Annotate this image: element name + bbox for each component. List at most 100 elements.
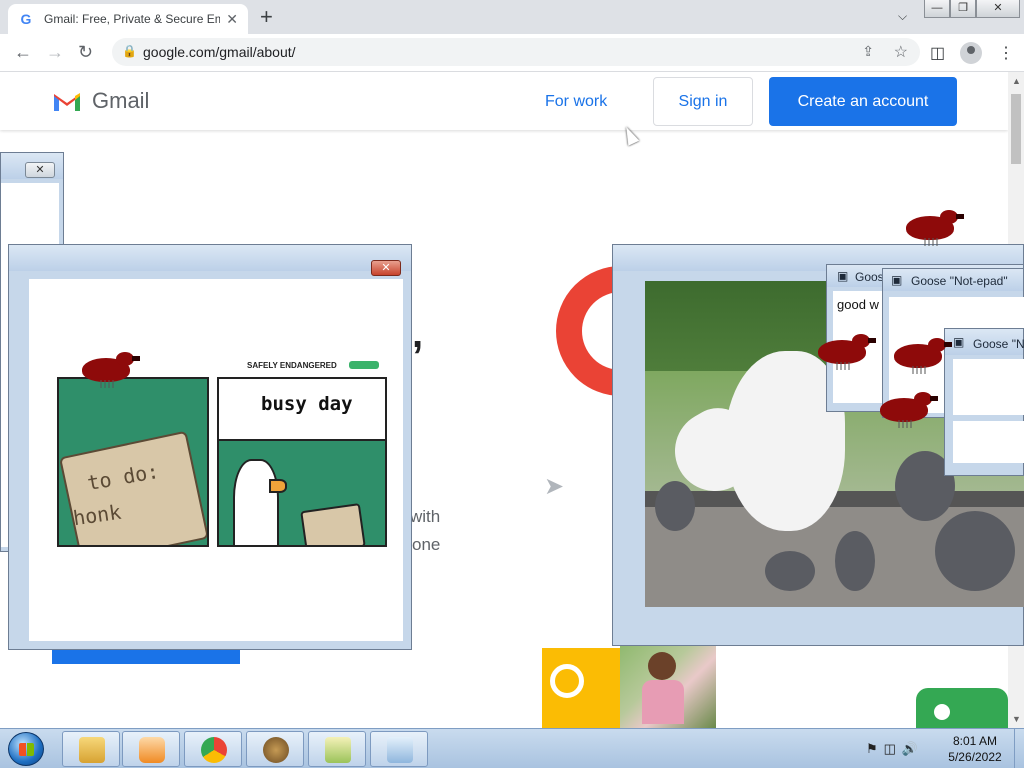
gmail-logo-text[interactable]: Gmail xyxy=(92,88,149,114)
window-title: Goose "N xyxy=(973,337,1024,351)
window-controls: — ❐ ✕ xyxy=(924,0,1020,18)
profile-avatar-icon[interactable] xyxy=(960,42,982,64)
window-close-icon[interactable]: ✕ xyxy=(25,162,55,178)
tab-close-icon[interactable]: ✕ xyxy=(226,11,238,28)
scroll-down-icon[interactable]: ▼ xyxy=(1012,714,1021,724)
comic-panel-busy-day: busy day xyxy=(217,377,387,547)
restore-icon[interactable]: ❐ xyxy=(950,0,976,18)
sign-in-button[interactable]: Sign in xyxy=(653,77,753,126)
notepad-icon: ▣ xyxy=(891,273,903,287)
notepad-icon xyxy=(387,737,413,763)
taskbar-notepad-plus[interactable] xyxy=(308,731,366,767)
window-caption: ▣ Goose "N xyxy=(945,329,1024,355)
desktop-goose-icon[interactable] xyxy=(818,334,876,370)
child-photo xyxy=(620,644,716,728)
window-caption: ✕ xyxy=(9,245,411,276)
gmail-logo-icon[interactable] xyxy=(52,89,82,111)
goose-app-icon xyxy=(263,737,289,763)
hero-text-fragment-one: one xyxy=(412,535,441,554)
desktop-goose-icon[interactable] xyxy=(906,210,964,246)
new-tab-button[interactable]: + xyxy=(260,6,273,28)
tab-strip: G Gmail: Free, Private & Secure Em ✕ + ⌵… xyxy=(0,0,1024,34)
windows-logo-icon xyxy=(19,743,34,756)
notepad-text-area[interactable] xyxy=(953,359,1024,415)
scroll-thumb[interactable] xyxy=(1011,94,1021,164)
notepad-plus-icon xyxy=(325,737,351,763)
child-dress xyxy=(642,680,684,724)
taskbar-clock[interactable]: 8:01 AM 5/26/2022 xyxy=(940,733,1010,765)
notepad-text-area-2[interactable] xyxy=(953,421,1024,463)
window-caption: ✕ xyxy=(1,153,63,179)
cartoon-goose xyxy=(233,459,279,545)
window-title: Goos xyxy=(855,270,884,284)
notepad-icon: ▣ xyxy=(953,335,965,349)
desktop-goose-icon[interactable] xyxy=(894,338,952,374)
side-panel-icon[interactable]: ◫ xyxy=(930,43,945,63)
create-account-button[interactable]: Create an account xyxy=(769,77,957,126)
taskbar-media-player[interactable] xyxy=(122,731,180,767)
goose-notepad-window-3[interactable]: ▣ Goose "N xyxy=(944,328,1024,476)
gmail-header: Gmail For work Sign in Create an account xyxy=(0,72,1008,130)
hero-text-fragment-with: with xyxy=(410,507,441,526)
forward-arrow-icon[interactable]: → xyxy=(46,42,64,62)
comic-brand: SAFELY ENDANGERED xyxy=(247,361,337,370)
start-button[interactable] xyxy=(8,732,44,766)
pigeon xyxy=(765,551,815,591)
comic-brand-badge xyxy=(349,361,379,369)
back-arrow-icon[interactable]: ← xyxy=(14,42,32,62)
magnifier-icon xyxy=(550,664,584,698)
system-tray-icons[interactable]: ⚑◫🔊 xyxy=(866,741,924,757)
pigeon xyxy=(835,531,875,591)
window-title: Goose "Not-epad" xyxy=(911,274,1008,288)
folder-icon xyxy=(79,737,105,763)
window-close-icon[interactable]: ✕ xyxy=(371,260,401,276)
chrome-icon xyxy=(201,737,227,763)
address-bar[interactable]: 🔒 google.com/gmail/about/ ⇪ ☆ xyxy=(112,38,920,66)
google-favicon-icon: G xyxy=(20,11,32,27)
hero-cta-button-partial[interactable] xyxy=(52,650,240,664)
for-work-link[interactable]: For work xyxy=(545,93,607,111)
child-face xyxy=(648,652,676,680)
share-icon[interactable]: ⇪ xyxy=(862,43,874,60)
meet-icon xyxy=(934,704,950,720)
taskbar-chrome[interactable] xyxy=(184,731,242,767)
clock-date: 5/26/2022 xyxy=(948,750,1002,764)
media-player-icon xyxy=(139,737,165,763)
clock-time: 8:01 AM xyxy=(952,734,998,748)
send-icon: ➤ xyxy=(544,473,565,500)
desktop-goose-icon[interactable] xyxy=(880,392,938,428)
taskbar-goose-app[interactable] xyxy=(246,731,304,767)
window-body: to do: honk SAFELY ENDANGERED busy day xyxy=(29,279,403,641)
url-text: google.com/gmail/about/ xyxy=(143,44,296,60)
reload-icon[interactable]: ↻ xyxy=(78,42,93,62)
bookmark-star-icon[interactable]: ☆ xyxy=(894,42,908,62)
notepad-icon: ▣ xyxy=(837,269,849,283)
taskbar-explorer[interactable] xyxy=(62,731,120,767)
goose-meme-window[interactable]: ✕ to do: honk SAFELY ENDANGERED busy day xyxy=(8,244,412,650)
tab-title: Gmail: Free, Private & Secure Em xyxy=(44,12,220,26)
menu-kebab-icon[interactable]: ⋮ xyxy=(998,43,1014,63)
show-desktop-button[interactable] xyxy=(1014,729,1024,768)
taskbar: ⚑◫🔊 8:01 AM 5/26/2022 xyxy=(0,728,1024,768)
browser-toolbar: ← → ↻ 🔒 google.com/gmail/about/ ⇪ ☆ ◫ ⋮ xyxy=(0,34,1024,72)
minimize-icon[interactable]: — xyxy=(924,0,950,18)
goose-beak xyxy=(269,479,287,493)
desktop-goose-icon[interactable] xyxy=(82,352,140,388)
tab-search-chevron-icon[interactable]: ⌵ xyxy=(898,9,907,24)
search-feature-tile xyxy=(542,648,620,728)
lock-icon: 🔒 xyxy=(122,44,137,58)
window-close-icon[interactable]: ✕ xyxy=(976,0,1020,18)
todo-scroll xyxy=(59,430,207,545)
browser-tab-gmail[interactable]: G Gmail: Free, Private & Secure Em ✕ xyxy=(8,4,248,34)
pigeon xyxy=(935,511,1015,591)
window-caption: ▣ Goose "Not-epad" xyxy=(883,269,1023,291)
taskbar-notepad[interactable] xyxy=(370,731,428,767)
meet-feature-tile xyxy=(916,688,1008,728)
comic-panel-todo: to do: honk xyxy=(57,377,209,547)
bubble-text: busy day xyxy=(261,393,353,415)
pigeon xyxy=(655,481,695,531)
hero-heading-fragment: , xyxy=(412,312,424,356)
scroll-up-icon[interactable]: ▲ xyxy=(1012,76,1021,86)
goose-paper xyxy=(300,503,366,545)
notepad-text: good w xyxy=(837,297,879,312)
